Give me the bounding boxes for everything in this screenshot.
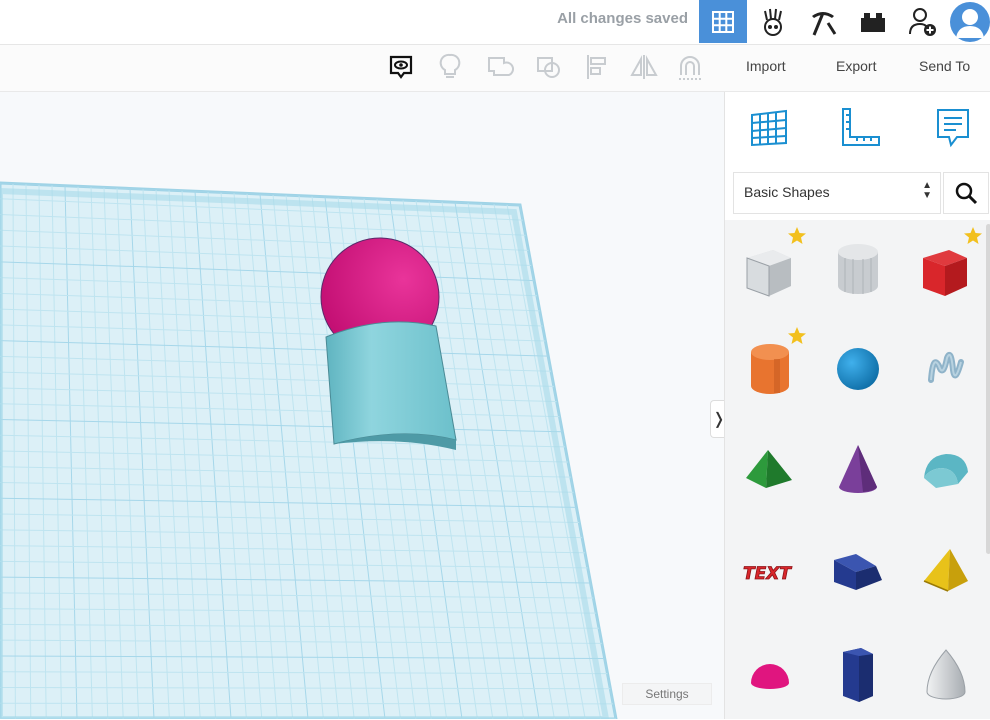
cylinder-hole-shape-icon (838, 244, 878, 294)
box-shape-icon (923, 250, 967, 296)
favorite-star-icon (788, 227, 806, 244)
shape-sphere[interactable] (817, 324, 899, 414)
shape-pyramid-yellow[interactable] (905, 526, 987, 616)
workplane-button[interactable] (745, 104, 793, 152)
scribble-shape-icon (928, 352, 964, 383)
cylinder-shape-icon (751, 344, 789, 394)
user-avatar-button[interactable] (949, 0, 990, 43)
ungroup-tool[interactable] (533, 51, 565, 83)
notes-icon (389, 55, 413, 79)
toolbar: Import Export Send To (0, 45, 990, 92)
ruler-button[interactable] (835, 104, 883, 152)
3d-design-view-button[interactable] (699, 0, 747, 43)
sphere-shape-icon (837, 348, 879, 390)
grid-view-icon (712, 10, 734, 33)
shape-cylinder[interactable] (729, 324, 811, 414)
favorite-star-icon (964, 227, 982, 244)
shape-paraboloid[interactable] (905, 630, 987, 720)
avatar-icon (949, 1, 990, 42)
svg-text:TEXT: TEXT (743, 564, 792, 584)
magnet-tool[interactable] (674, 51, 706, 83)
bricks-view-button[interactable] (799, 0, 847, 43)
top-bar: All changes saved (0, 0, 990, 45)
shape-pyramid[interactable] (729, 424, 811, 514)
select-arrows-icon: ▲ ▼ (922, 180, 932, 201)
settings-button[interactable]: Settings (622, 683, 712, 705)
shape-scribble[interactable] (905, 324, 987, 414)
mirror-tool[interactable] (628, 51, 660, 83)
align-icon (587, 55, 606, 79)
lightbulb-tool[interactable] (434, 51, 466, 83)
blocks-view-button[interactable] (749, 0, 797, 43)
search-icon (955, 182, 978, 205)
shape-box[interactable] (905, 224, 987, 314)
add-user-icon (909, 7, 936, 36)
group-tool[interactable] (484, 51, 516, 83)
shapes-grid: TEXT (725, 220, 990, 719)
cone-shape-icon (839, 445, 877, 493)
align-tool[interactable] (581, 51, 613, 83)
chevron-right-icon: ❭ (712, 409, 724, 429)
pyramid-shape-icon (746, 450, 792, 488)
shape-half-sphere[interactable] (729, 630, 811, 720)
save-status: All changes saved (557, 10, 688, 27)
shape-polygon[interactable] (817, 630, 899, 720)
notes-tool[interactable] (385, 51, 417, 83)
shapes-panel: Basic Shapes ▲ ▼ TEXT (724, 92, 990, 719)
shape-box-hole[interactable] (729, 224, 811, 314)
panel-scrollbar[interactable] (986, 224, 990, 554)
workplane-grid[interactable] (0, 92, 724, 719)
shape-text[interactable]: TEXT (729, 526, 811, 616)
shape-wedge[interactable] (817, 526, 899, 616)
half-cylinder-object[interactable] (325, 321, 457, 450)
pickaxe-icon (812, 11, 837, 36)
favorite-star-icon (788, 327, 806, 344)
ungroup-icon (537, 57, 560, 78)
hand-blocks-icon (764, 8, 782, 36)
paraboloid-shape-icon (926, 649, 966, 700)
search-shapes-button[interactable] (943, 172, 989, 214)
shape-roof[interactable] (905, 424, 987, 514)
workplane-icon (751, 109, 787, 147)
polygon-shape-icon (843, 648, 873, 702)
notes-panel-button[interactable] (929, 104, 977, 152)
import-button[interactable]: Import (746, 58, 786, 74)
shape-category-value: Basic Shapes (744, 184, 830, 200)
workplane-viewport[interactable]: ❭ Settings (0, 92, 724, 719)
export-button[interactable]: Export (836, 58, 876, 74)
wedge-shape-icon (834, 554, 882, 590)
notes-panel-icon (937, 109, 969, 148)
group-icon (488, 57, 514, 76)
mirror-icon (630, 55, 658, 79)
roof-shape-icon (924, 454, 968, 488)
lightbulb-icon (439, 53, 461, 78)
magnet-icon (679, 56, 701, 80)
shape-category-select[interactable]: Basic Shapes ▲ ▼ (733, 172, 941, 214)
text-shape-icon: TEXT (743, 564, 793, 585)
lego-view-button[interactable] (849, 0, 897, 43)
invite-user-button[interactable] (899, 0, 947, 43)
yellow-pyramid-shape-icon (923, 549, 968, 592)
ruler-icon (842, 108, 880, 146)
half-sphere-shape-icon (751, 664, 789, 689)
brick-icon (861, 12, 885, 32)
shape-cone[interactable] (817, 424, 899, 514)
shape-cylinder-hole[interactable] (817, 224, 899, 314)
box-hole-shape-icon (746, 250, 791, 297)
send-to-button[interactable]: Send To (919, 58, 970, 74)
collapse-panel-handle[interactable]: ❭ (710, 400, 724, 438)
